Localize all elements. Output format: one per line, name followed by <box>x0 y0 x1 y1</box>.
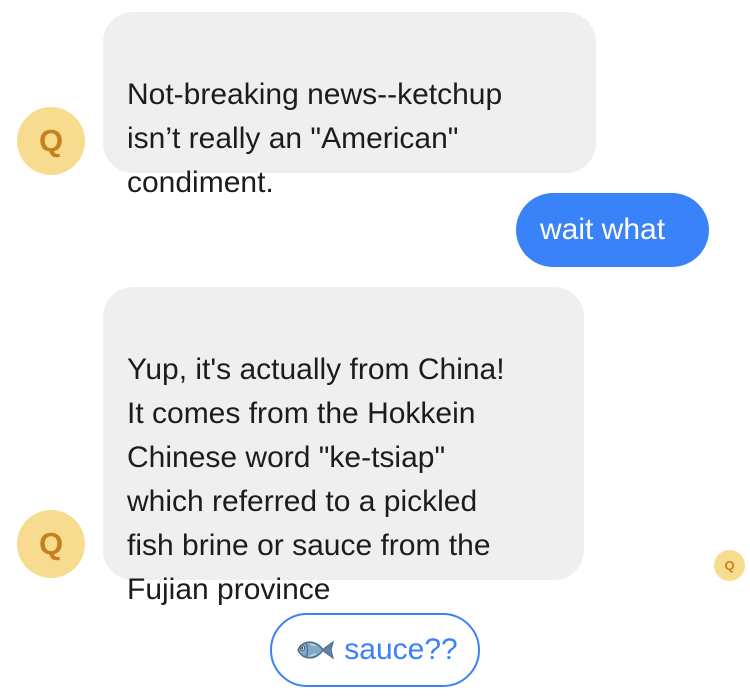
read-receipt-letter: Q <box>724 558 735 573</box>
bot-avatar: Q <box>17 510 85 578</box>
bot-avatar-letter: Q <box>38 123 64 158</box>
bot-message-text: Yup, it's actually from China! It comes … <box>127 353 505 606</box>
bot-message-bubble: Yup, it's actually from China! It comes … <box>103 287 584 606</box>
bot-message-bubble: Not-breaking news--ketchup isn’t really … <box>103 12 596 199</box>
fish-icon <box>292 635 335 665</box>
read-receipt-avatar: Q <box>714 550 745 581</box>
bot-avatar: Q <box>17 107 85 175</box>
user-message-text: wait what <box>540 213 666 246</box>
quick-reply-button[interactable]: sauce?? <box>270 613 480 687</box>
bot-message-text: Not-breaking news--ketchup isn’t really … <box>127 78 503 199</box>
bot-avatar-letter: Q <box>38 526 64 561</box>
user-message-bubble: wait what <box>516 193 709 267</box>
quick-reply-label: sauce?? <box>344 633 458 666</box>
